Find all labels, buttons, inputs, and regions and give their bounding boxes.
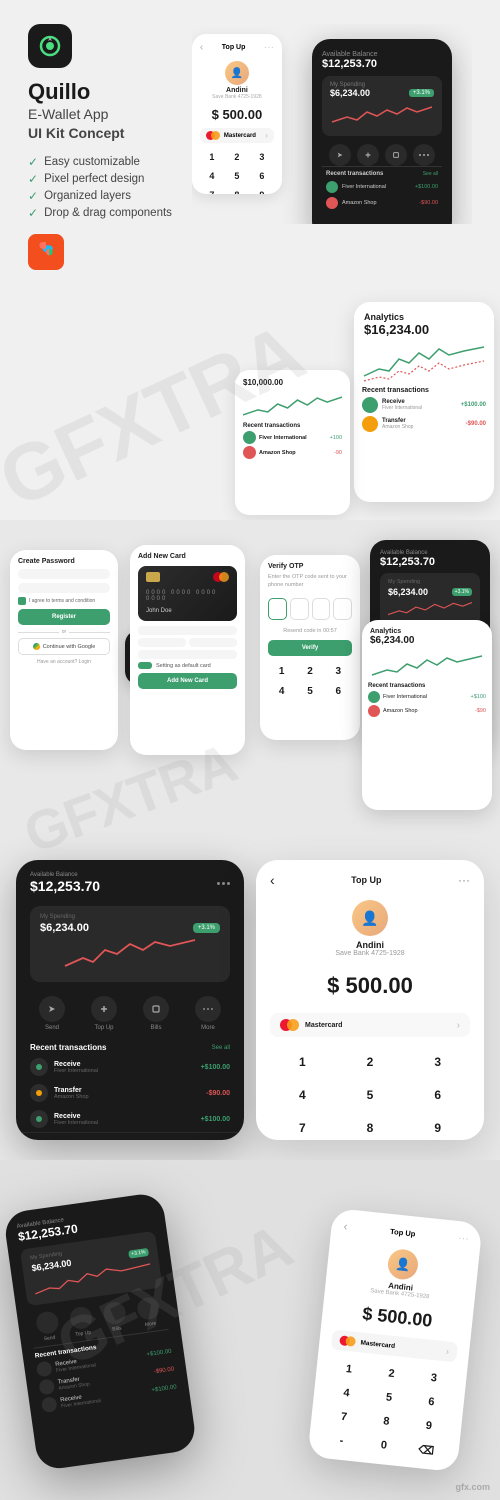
feature-3: ✓Organized layers (28, 189, 172, 203)
topup-btn-preview (357, 144, 379, 166)
google-login-button[interactable]: Continue with Google (18, 638, 110, 655)
mastercard-logo (280, 1019, 299, 1031)
user-avatar: 👤 (352, 900, 388, 936)
bills-btn-preview (385, 144, 407, 166)
topup-phone-preview: ‹ Top Up ··· 👤 Andini Save Bank 4725-192… (192, 34, 282, 194)
add-card-button[interactable]: Add New Card (138, 673, 237, 689)
gfxtra-url: gfx.com (455, 1482, 490, 1492)
card-selector[interactable]: Mastercard › (270, 1013, 470, 1037)
figma-badge (28, 234, 64, 270)
dot-menu (217, 882, 230, 885)
key-9[interactable]: 9 (405, 1113, 470, 1140)
agree-checkbox: I agree to terms and condition (18, 597, 110, 605)
tilted-white-phone: ‹ Top Up ··· 👤 Andini Save Bank 4725-192… (307, 1208, 482, 1472)
brand-name: Quillo (28, 80, 172, 104)
large-topup-phone: ‹ Top Up ··· 👤 Andini Save Bank 4725-192… (256, 860, 484, 1140)
credit-card-preview: 0000 0000 0000 0000 John Doe (138, 566, 237, 621)
send-action[interactable]: Send (39, 996, 65, 1031)
send-btn-preview (329, 144, 351, 166)
more-action[interactable]: More (195, 996, 221, 1031)
key-4[interactable]: 4 (270, 1080, 335, 1110)
register-button[interactable]: Register (18, 609, 110, 625)
register-phone: Create Password I agree to terms and con… (10, 550, 118, 750)
brand-subtitle1: E-Wallet App (28, 104, 172, 125)
check-icon-4: ✓ (28, 206, 38, 220)
features-list: ✓Easy customizable ✓Pixel perfect design… (28, 155, 172, 220)
feature-2: ✓Pixel perfect design (28, 172, 172, 186)
chevron-right-icon: › (457, 1020, 460, 1031)
check-icon-2: ✓ (28, 172, 38, 186)
transaction-row-3: Receive Fiver International +$100.00 (16, 1106, 244, 1132)
topup-action[interactable]: Top Up (91, 996, 117, 1031)
key-5[interactable]: 5 (338, 1080, 403, 1110)
back-button[interactable]: ‹ (270, 872, 275, 888)
card-number-field (138, 626, 237, 635)
add-card-phone: Add New Card 0000 0000 0000 0000 John Do… (130, 545, 245, 755)
transaction-row-2: Transfer Amazon Shop -$90.00 (16, 1080, 244, 1106)
key-6[interactable]: 6 (405, 1080, 470, 1110)
otp-phone: Verify OTP Enter the OTP code sent to yo… (260, 555, 360, 740)
app-logo (28, 24, 72, 68)
check-icon-3: ✓ (28, 189, 38, 203)
password-field (18, 569, 110, 579)
check-box (18, 597, 26, 605)
key-1[interactable]: 1 (270, 1047, 335, 1077)
amount-display: $ 500.00 (256, 965, 484, 1007)
key-2[interactable]: 2 (338, 1047, 403, 1077)
key-7[interactable]: 7 (270, 1113, 335, 1140)
feature-1: ✓Easy customizable (28, 155, 172, 169)
more-options[interactable]: ··· (458, 873, 470, 887)
header-section: Quillo E-Wallet App UI Kit Concept ✓Easy… (0, 0, 500, 290)
cvv-field (189, 638, 237, 647)
large-dark-phone: Available Balance $12,253.70 My Spending… (16, 860, 244, 1140)
cardholder-field (138, 650, 237, 659)
balance-card-screen: $10,000.00 Recent transactions Fiver Int… (235, 370, 350, 515)
bills-action[interactable]: Bills (143, 996, 169, 1031)
key-8[interactable]: 8 (338, 1113, 403, 1140)
dark-phone-preview: Available Balance $12,253.70 My Spending… (312, 39, 452, 224)
check-icon-1: ✓ (28, 155, 38, 169)
analytics-screen: Analytics $16,234.00 Recent transactions… (354, 302, 494, 502)
expiry-field (138, 638, 186, 647)
middle-phones-section: Create Password I agree to terms and con… (0, 520, 500, 840)
tilted-phones-section: GFXTRA Available Balance $12,253.70 My S… (0, 1160, 500, 1500)
brand-subtitle2: UI Kit Concept (28, 125, 172, 141)
key-3[interactable]: 3 (405, 1047, 470, 1077)
confirm-field (18, 583, 110, 593)
numeric-keypad: 1 2 3 4 5 6 7 8 9 - 0 ⌫ (256, 1043, 484, 1140)
section-top-screens: Analytics $16,234.00 Recent transactions… (0, 290, 500, 520)
feature-4: ✓Drop & drag components (28, 206, 172, 220)
more-btn-preview (413, 144, 435, 166)
transaction-row-1: Receive Fiver International +$100.00 (16, 1054, 244, 1080)
large-phones-section: Available Balance $12,253.70 My Spending… (0, 840, 500, 1160)
analytics-overlay-phone: Analytics $6,234.00 Recent transactions … (362, 620, 492, 810)
user-avatar-area: 👤 Andini Save Bank 4725-1928 (256, 892, 484, 965)
